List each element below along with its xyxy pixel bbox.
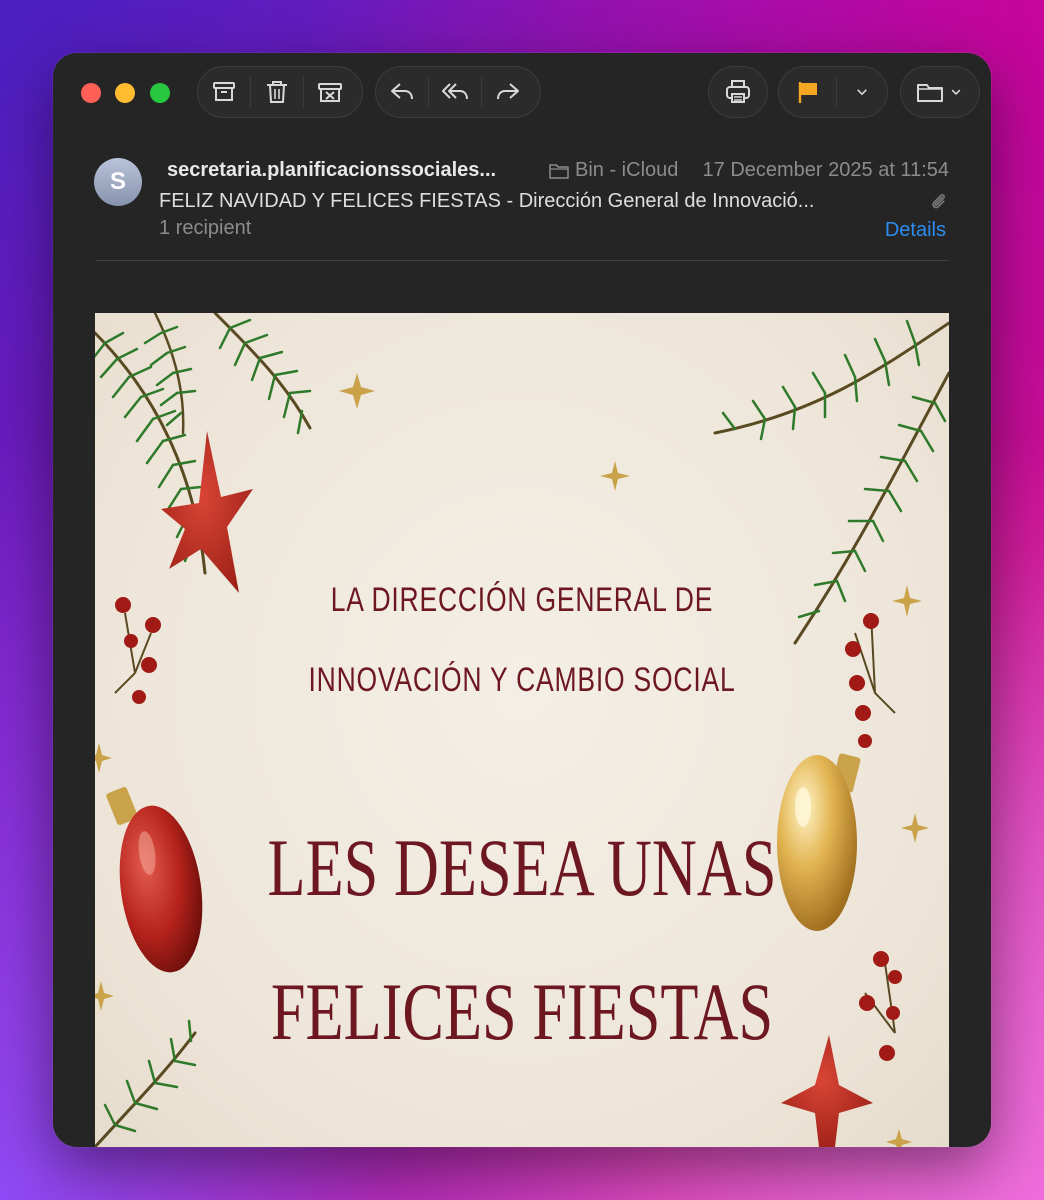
flag-button[interactable] <box>779 67 836 117</box>
reply-button[interactable] <box>376 67 428 117</box>
move-to-folder-icon <box>917 84 943 102</box>
minimize-window-button[interactable] <box>115 83 135 103</box>
chevron-down-icon <box>857 89 868 95</box>
greeting-line-3: LES DESEA UNAS <box>267 822 777 913</box>
print-group <box>708 66 768 118</box>
move-group <box>900 66 980 118</box>
message-subject: FELIZ NAVIDAD Y FELICES FIESTAS - Direcc… <box>159 190 815 212</box>
flag-icon <box>798 82 817 103</box>
print-button[interactable] <box>709 67 767 117</box>
junk-button[interactable] <box>304 67 356 117</box>
toolbar <box>53 53 991 133</box>
holly-berries-right <box>859 951 902 1061</box>
flag-menu-button[interactable] <box>837 67 887 117</box>
move-to-folder-button[interactable] <box>901 67 979 117</box>
mailbox-label: Bin - iCloud <box>549 159 678 182</box>
chevron-down-icon <box>951 89 961 95</box>
print-icon <box>726 80 750 103</box>
red-bauble-ornament <box>106 787 203 973</box>
greeting-line-4: FELICES FIESTAS <box>270 966 774 1057</box>
junk-icon <box>318 83 342 102</box>
mail-message-window: S secretaria.planificacionssociales... B… <box>53 53 991 1147</box>
reply-icon <box>391 83 413 100</box>
recipients-count: 1 recipient <box>159 217 252 239</box>
pine-branch-bottom-left <box>95 1019 197 1147</box>
greeting-line-2: INNOVACIÓN Y CAMBIO SOCIAL <box>308 661 736 699</box>
folder-icon <box>549 163 569 179</box>
red-star-ornament <box>161 431 253 593</box>
reply-all-icon <box>442 83 468 100</box>
zoom-window-button[interactable] <box>150 83 170 103</box>
forward-icon <box>497 83 519 100</box>
archive-button[interactable] <box>198 67 250 117</box>
archive-icon <box>213 82 235 101</box>
trash-icon <box>267 81 287 103</box>
greeting-line-1: LA DIRECCIÓN GENERAL DE <box>330 581 714 619</box>
mailbox-name: Bin - iCloud <box>575 159 679 181</box>
holly-berries-left <box>114 597 161 704</box>
forward-button[interactable] <box>482 67 534 117</box>
reply-actions-group <box>375 66 541 118</box>
greeting-card-image: LA DIRECCIÓN GENERAL DE INNOVACIÓN Y CAM… <box>95 313 949 1147</box>
delete-actions-group <box>197 66 363 118</box>
paperclip-icon <box>932 194 945 209</box>
details-link[interactable]: Details <box>885 219 946 242</box>
avatar[interactable]: S <box>94 158 142 206</box>
message-header: S secretaria.planificacionssociales... B… <box>53 133 991 263</box>
sender-name[interactable]: secretaria.planificacionssociales... <box>167 159 496 182</box>
delete-button[interactable] <box>251 67 303 117</box>
reply-all-button[interactable] <box>429 67 481 117</box>
header-divider <box>95 260 949 261</box>
attachment-indicator <box>929 191 947 216</box>
flag-group <box>778 66 888 118</box>
message-date: 17 December 2025 at 11:54 <box>702 159 949 181</box>
close-window-button[interactable] <box>81 83 101 103</box>
